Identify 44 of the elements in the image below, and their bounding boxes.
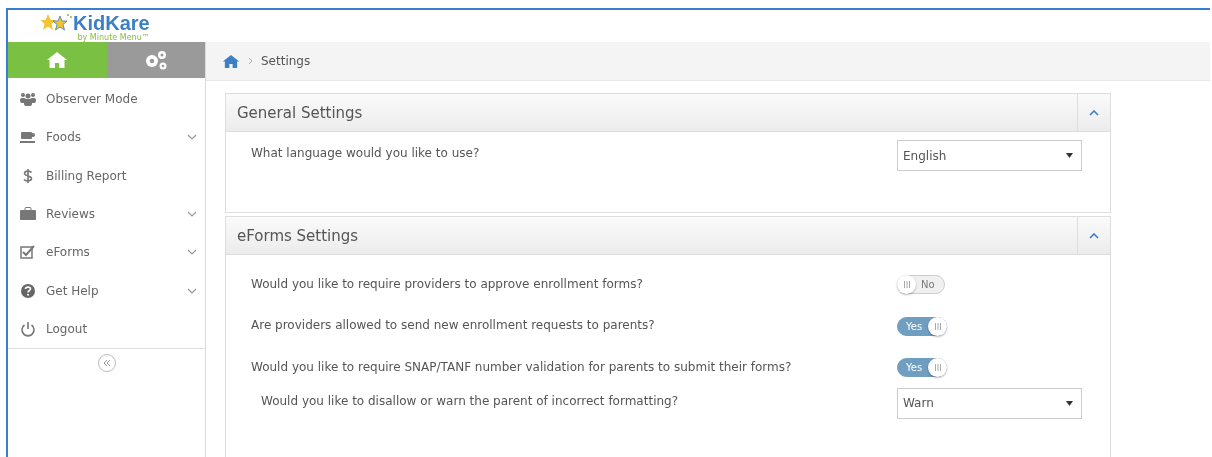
caret-icon xyxy=(1066,400,1073,406)
panel-title: General Settings xyxy=(236,103,364,122)
cup-icon xyxy=(19,130,37,145)
chevron-right-icon xyxy=(248,57,253,65)
dropdown[interactable]: Warn xyxy=(897,387,1082,419)
setting-question: Are providers allowed to send new enrollment requests to parents? xyxy=(251,318,656,333)
grip-lines-icon xyxy=(934,322,941,330)
setting-question: What language would you like to use? xyxy=(251,145,481,160)
grip-lines-icon xyxy=(903,281,910,289)
nav-tab[interactable] xyxy=(8,42,107,78)
sidebar-item[interactable]: eForms xyxy=(46,245,187,260)
sidebar-item[interactable]: Logout xyxy=(46,321,197,336)
caret-icon xyxy=(1066,153,1073,158)
nav-tab[interactable] xyxy=(106,42,205,78)
logo-text: KidKare xyxy=(73,12,150,34)
help-icon xyxy=(19,282,37,299)
sidebar-item[interactable]: Observer Mode xyxy=(46,92,197,107)
people-icon xyxy=(19,92,37,107)
sidebar-item[interactable]: Get Help xyxy=(46,283,187,298)
dropdown[interactable]: English xyxy=(897,140,1082,171)
sidebar-item[interactable]: Foods xyxy=(46,130,187,145)
home-icon xyxy=(222,53,240,69)
home-icon xyxy=(46,51,69,69)
chevron-down-icon xyxy=(187,134,197,141)
sidebar-item[interactable]: Reviews xyxy=(46,207,187,222)
sidebar-item[interactable]: Billing Report xyxy=(46,168,197,183)
breadcrumb-item: Settings xyxy=(261,54,311,68)
grip-lines-icon xyxy=(934,364,941,372)
chevron-up-icon xyxy=(1089,232,1099,239)
chevron-down-icon xyxy=(187,211,197,218)
setting-question: Would you like to disallow or warn the parent of incorrect formatting? xyxy=(261,392,680,408)
chevron-down-icon xyxy=(187,287,197,294)
setting-question: Would you like to require SNAP/TANF number validation for parents to submit their forms? xyxy=(251,359,793,374)
double-chevron-left-icon xyxy=(102,359,111,368)
setting-question: Would you like to require providers to approve enrollment forms? xyxy=(251,276,644,291)
logo-tagline: by Minute Menu™ xyxy=(77,33,150,42)
chevron-down-icon xyxy=(187,249,197,256)
chevron-up-icon xyxy=(1089,109,1099,116)
briefcase-icon xyxy=(19,207,37,222)
stars-logo-icon xyxy=(40,12,72,34)
panel-title: eForms Settings xyxy=(236,226,360,245)
power-icon xyxy=(19,320,37,337)
checkbox-icon xyxy=(19,244,37,261)
toggle-switch[interactable]: No xyxy=(897,275,945,295)
